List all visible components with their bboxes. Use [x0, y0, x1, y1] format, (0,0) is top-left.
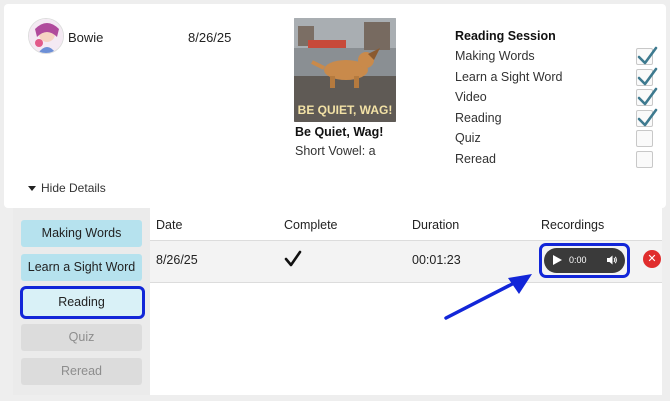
session-date: 8/26/25: [188, 30, 232, 45]
annotation-arrow-icon: [444, 274, 532, 320]
reading-session-heading: Reading Session: [455, 29, 556, 43]
play-icon[interactable]: [553, 255, 562, 265]
column-header-duration: Duration: [412, 218, 460, 232]
reading-highlight-outline: [20, 286, 145, 319]
book-cover: BE QUIET, WAG!: [294, 18, 396, 122]
session-checkbox[interactable]: [636, 87, 658, 107]
complete-checkmark-icon: [284, 250, 302, 271]
session-checkbox[interactable]: [636, 46, 658, 65]
volume-icon[interactable]: [606, 254, 618, 268]
session-item-label: Reading: [455, 110, 502, 125]
session-item-learn-sight-word: Learn a Sight Word: [455, 67, 658, 88]
session-item-quiz: Quiz: [455, 128, 653, 149]
sidebar-item-reread[interactable]: Reread: [21, 358, 142, 385]
checkmark-icon: [637, 108, 658, 127]
session-item-making-words: Making Words: [455, 46, 658, 67]
checkmark-icon: [637, 67, 658, 85]
sidebar-item-making-words[interactable]: Making Words: [21, 220, 142, 247]
session-item-reread: Reread: [455, 149, 653, 170]
session-item-video: Video: [455, 87, 658, 108]
delete-recording-button[interactable]: ✕: [643, 250, 661, 268]
audio-time: 0:00: [569, 255, 587, 265]
session-checkbox[interactable]: [636, 67, 658, 86]
session-item-label: Making Words: [455, 49, 535, 63]
student-avatar: [28, 18, 64, 54]
session-item-label: Reread: [455, 151, 496, 166]
column-header-complete: Complete: [284, 218, 338, 232]
sidebar-item-quiz[interactable]: Quiz: [21, 324, 142, 351]
session-checkbox[interactable]: [636, 108, 658, 127]
session-item-label: Quiz: [455, 131, 481, 146]
audio-player[interactable]: 0:00: [544, 248, 625, 273]
sidebar-item-learn-sight-word[interactable]: Learn a Sight Word: [21, 254, 142, 281]
column-header-date: Date: [156, 218, 183, 232]
book-title: Be Quiet, Wag!: [295, 125, 384, 139]
session-item-label: Video: [455, 90, 487, 105]
hide-details-label: Hide Details: [41, 181, 106, 195]
book-skill: Short Vowel: a: [295, 144, 376, 158]
checkmark-icon: [637, 46, 658, 65]
close-icon: ✕: [647, 253, 657, 265]
session-item-label: Learn a Sight Word: [455, 69, 563, 84]
column-header-recordings: Recordings: [541, 218, 605, 232]
activity-panel: Making Words Learn a Sight Word Reading …: [13, 208, 662, 395]
hide-details-toggle[interactable]: Hide Details: [28, 181, 106, 195]
checkmark-icon: [637, 87, 658, 106]
session-checkbox[interactable]: [636, 130, 653, 148]
session-details-card: Bowie 8/26/25 BE QUIET, WAG! Be Quiet, W…: [4, 4, 666, 208]
caret-down-icon: [28, 185, 36, 191]
session-checklist: Making Words Learn a Sight Word Video Re…: [455, 46, 658, 170]
cover-title-text: BE QUIET, WAG!: [298, 103, 393, 117]
session-item-reading: Reading: [455, 108, 658, 129]
student-name: Bowie: [68, 30, 104, 45]
row-duration: 00:01:23: [412, 253, 461, 267]
activity-sidebar: Making Words Learn a Sight Word Reading …: [13, 208, 150, 395]
session-checkbox[interactable]: [636, 150, 653, 168]
row-date: 8/26/25: [156, 253, 198, 267]
